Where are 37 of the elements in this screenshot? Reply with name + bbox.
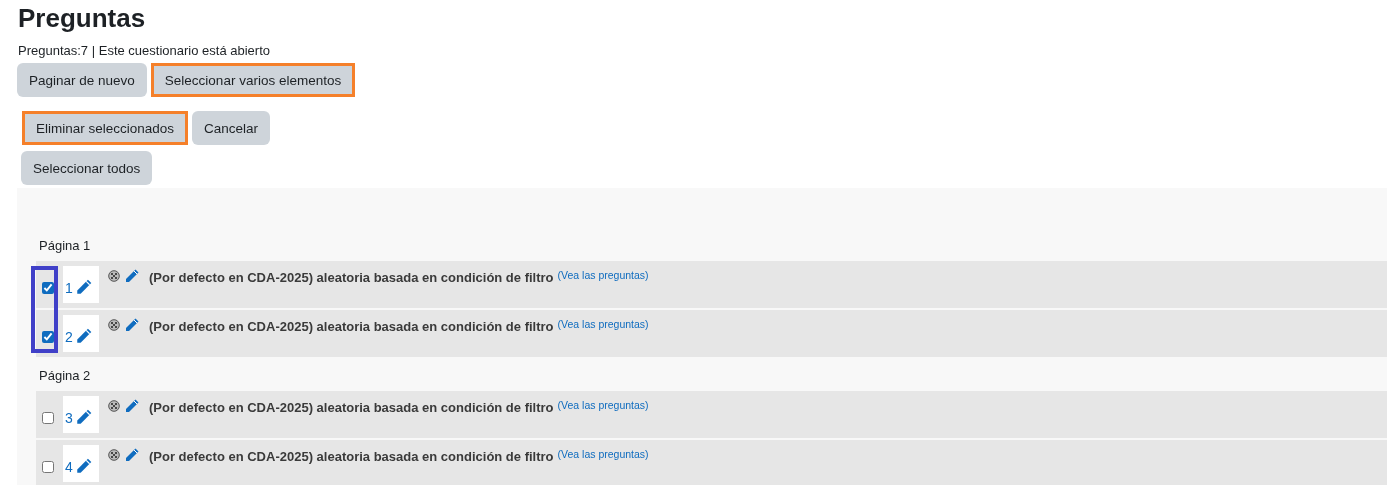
question-checkbox[interactable] bbox=[42, 412, 54, 424]
slot-number-link[interactable]: 2 bbox=[65, 328, 73, 345]
page-title: Preguntas bbox=[17, 2, 147, 33]
edit-icon[interactable] bbox=[124, 268, 140, 284]
slot-number-link[interactable]: 3 bbox=[65, 409, 73, 426]
view-questions-link[interactable]: (Vea las preguntas) bbox=[557, 448, 649, 460]
edit-icon[interactable] bbox=[74, 456, 93, 475]
action-button[interactable]: Cancelar bbox=[192, 111, 271, 145]
page-heading: Página 1 bbox=[38, 238, 92, 255]
action-button[interactable]: Eliminar seleccionados bbox=[22, 111, 189, 145]
question-title: (Por defecto en CDA-2025) aleatoria basada en condición de filtro bbox=[149, 449, 554, 464]
question-checkbox[interactable] bbox=[42, 331, 54, 343]
question-title: (Por defecto en CDA-2025) aleatoria basada en condición de filtro bbox=[149, 319, 554, 334]
question-checkbox[interactable] bbox=[42, 282, 54, 294]
question-title: (Por defecto en CDA-2025) aleatoria basada en condición de filtro bbox=[149, 270, 554, 285]
action-button[interactable]: Seleccionar todos bbox=[21, 151, 153, 185]
view-questions-link[interactable]: (Vea las preguntas) bbox=[557, 318, 649, 330]
edit-icon[interactable] bbox=[124, 317, 140, 333]
page-heading: Página 2 bbox=[38, 367, 92, 385]
edit-icon[interactable] bbox=[124, 398, 140, 414]
dice-icon bbox=[108, 449, 120, 461]
edit-icon[interactable] bbox=[124, 447, 140, 463]
slot-number-link[interactable]: 1 bbox=[65, 279, 73, 296]
view-questions-link[interactable]: (Vea las preguntas) bbox=[557, 269, 649, 281]
question-checkbox[interactable] bbox=[42, 461, 54, 473]
view-questions-link[interactable]: (Vea las preguntas) bbox=[557, 399, 649, 411]
dice-icon bbox=[108, 319, 120, 331]
edit-icon[interactable] bbox=[74, 326, 93, 345]
question-title: (Por defecto en CDA-2025) aleatoria basada en condición de filtro bbox=[149, 400, 554, 415]
action-button[interactable]: Seleccionar varios elementos bbox=[150, 63, 356, 97]
quiz-info: Preguntas:7 | Este cuestionario está abierto bbox=[18, 43, 271, 58]
edit-icon[interactable] bbox=[74, 277, 93, 296]
slot-number-link[interactable]: 4 bbox=[65, 458, 73, 475]
edit-icon[interactable] bbox=[74, 407, 93, 426]
dice-icon bbox=[108, 400, 120, 412]
dice-icon bbox=[108, 270, 120, 282]
action-button[interactable]: Paginar de nuevo bbox=[17, 63, 147, 97]
